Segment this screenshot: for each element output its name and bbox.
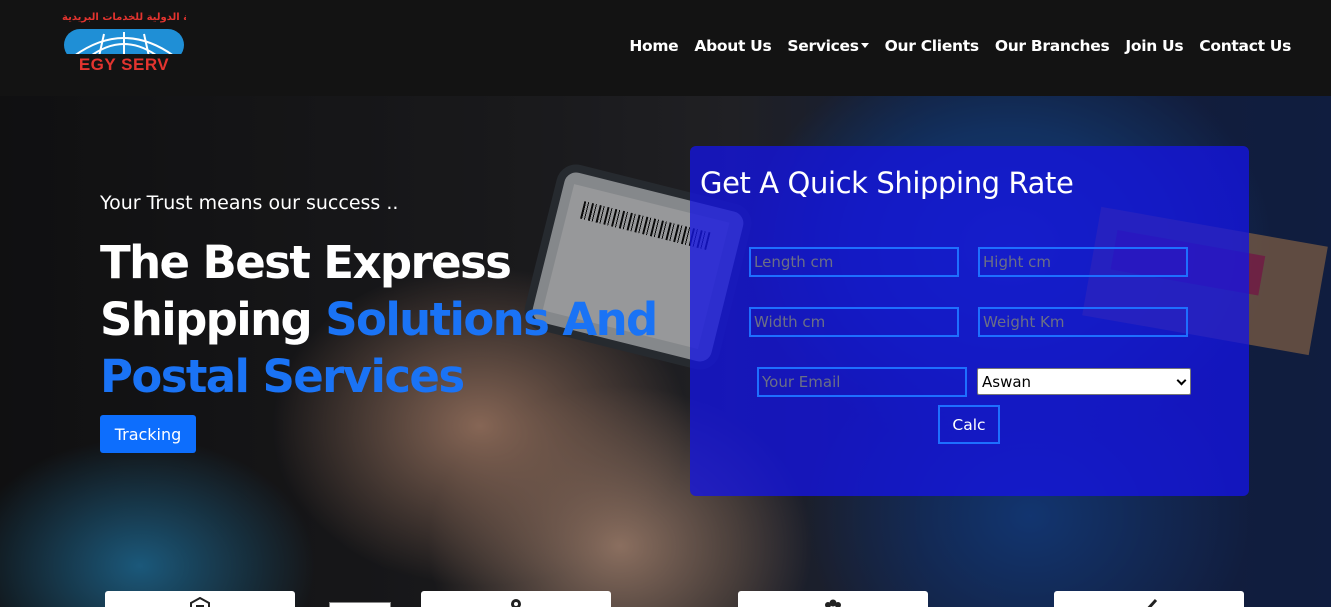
logo-text: EGY SERV xyxy=(78,55,170,74)
nav-contact-us[interactable]: Contact Us xyxy=(1199,37,1291,55)
city-select-value: Aswan xyxy=(982,372,1032,391)
logo-arabic-name: الشركة الدولية للخدمات البريدية xyxy=(62,12,186,23)
feature-card-users[interactable] xyxy=(738,591,928,607)
nav-our-clients[interactable]: Our Clients xyxy=(885,37,979,55)
city-select[interactable]: Aswan xyxy=(977,368,1191,395)
shipping-rate-form: Get A Quick Shipping Rate Aswan Calc xyxy=(690,146,1249,496)
caret-down-icon xyxy=(860,43,869,48)
nav-services-label: Services xyxy=(787,37,859,55)
length-input[interactable] xyxy=(749,247,959,277)
hero-tagline: Your Trust means our success .. xyxy=(100,192,399,214)
truck-icon xyxy=(1147,598,1158,607)
nav-services[interactable]: Services xyxy=(787,37,869,55)
location-pin-icon xyxy=(511,599,521,607)
feature-card-truck[interactable] xyxy=(1054,591,1244,607)
mini-input-field[interactable] xyxy=(329,602,391,607)
email-input[interactable] xyxy=(757,367,967,397)
tracking-button[interactable]: Tracking xyxy=(100,415,196,453)
logo[interactable]: الشركة الدولية للخدمات البريدية EGY SERV xyxy=(62,12,186,76)
height-input[interactable] xyxy=(978,247,1188,277)
nav-home[interactable]: Home xyxy=(629,37,678,55)
nav-our-branches[interactable]: Our Branches xyxy=(995,37,1110,55)
nav-about-us[interactable]: About Us xyxy=(694,37,771,55)
feature-card-warehouse[interactable] xyxy=(105,591,295,607)
users-icon xyxy=(825,599,841,607)
weight-input[interactable] xyxy=(978,307,1188,337)
navbar: الشركة الدولية للخدمات البريدية EGY SERV… xyxy=(0,0,1331,96)
hero-headline: The Best Express Shipping Solutions And … xyxy=(100,234,700,405)
warehouse-icon xyxy=(190,597,210,607)
hero-section: Your Trust means our success .. The Best… xyxy=(0,96,1331,607)
width-input[interactable] xyxy=(749,307,959,337)
feature-card-location[interactable] xyxy=(421,591,611,607)
main-nav: Home About Us Services Our Clients Our B… xyxy=(613,34,1291,58)
rate-form-title: Get A Quick Shipping Rate xyxy=(700,166,1074,200)
chevron-down-icon xyxy=(1176,375,1187,386)
nav-join-us[interactable]: Join Us xyxy=(1125,37,1183,55)
calc-button[interactable]: Calc xyxy=(938,405,1000,444)
